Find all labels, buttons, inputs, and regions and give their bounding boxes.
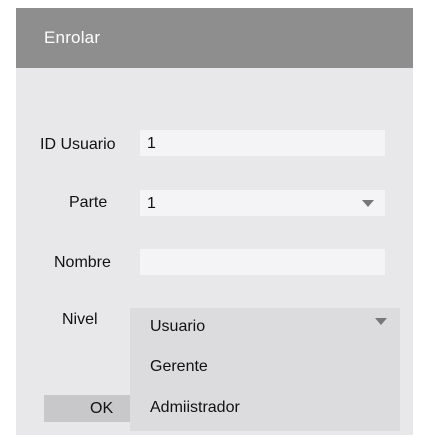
parte-select[interactable]: 1 — [140, 190, 385, 216]
id-usuario-label: ID Usuario — [40, 136, 116, 153]
chevron-down-icon[interactable] — [362, 200, 374, 207]
ok-button-label: OK — [90, 400, 114, 417]
nivel-label: Nivel — [62, 311, 98, 328]
chevron-down-icon[interactable] — [375, 318, 387, 325]
nivel-dropdown[interactable]: Usuario Gerente Admiistrador — [130, 308, 400, 431]
id-usuario-input[interactable]: 1 — [140, 130, 385, 156]
parte-label: Parte — [69, 194, 108, 211]
dialog-title: Enrolar — [44, 28, 101, 47]
nombre-input[interactable] — [140, 249, 385, 275]
dialog-titlebar: Enrolar — [16, 8, 413, 68]
enrolar-dialog: Enrolar ID Usuario 1 Parte 1 Nombre Nive… — [16, 8, 413, 435]
nivel-option-gerente[interactable]: Gerente — [150, 358, 208, 376]
parte-value: 1 — [147, 195, 156, 212]
ok-button[interactable]: OK — [44, 395, 144, 422]
nivel-option-administrador[interactable]: Admiistrador — [150, 399, 240, 417]
id-usuario-value: 1 — [147, 135, 156, 152]
nivel-option-usuario[interactable]: Usuario — [150, 318, 205, 336]
nombre-label: Nombre — [54, 254, 111, 271]
